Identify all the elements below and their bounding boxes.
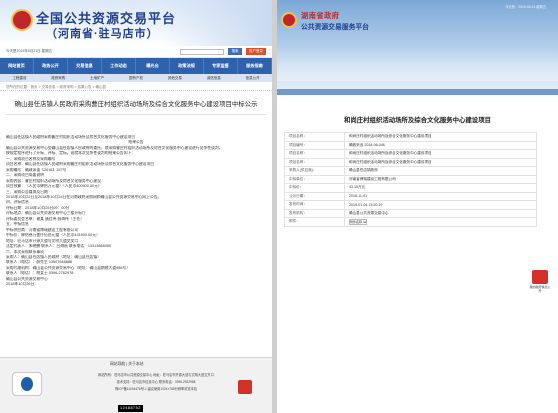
left-page: 全国公共资源交易平台 （河南省·驻马店市） 今天是2019年6月21日 星期五 … (0, 0, 272, 413)
emblem-icon (281, 12, 297, 28)
field-value: 和尚庄村组织活动场所及综合文化服务中心建设项目 (344, 149, 537, 159)
table-row: 公示日期： 2018-11-01 (284, 191, 537, 201)
screenshot-root: 全国公共资源交易平台 （河南省·驻马店市） 今天是2019年6月21日 星期五 … (0, 0, 558, 413)
nav-item[interactable]: 交易信息 (68, 58, 102, 74)
footer-line: 网站所有：驻马店市公共资源交易中心 地址：驻马店市开源大道与文明大道交叉口 (98, 373, 214, 377)
field-label: 附件： (284, 217, 345, 227)
table-row: 发布机构： 确山县公共资源交易中心 (284, 208, 537, 218)
document-body: 确山县任店镇人民政府采购曹庄村组织活动场所及综合文化服务中心建设项目中标公示 确… (0, 100, 272, 288)
floating-widget-label: 我的政府信息公开 (529, 285, 551, 293)
divider (6, 114, 266, 115)
table-row: 采购人(供应商)： 确山县任店镇政府 (284, 166, 537, 176)
doc-lines: 确山县任店镇人民政府采购曹庄村组织活动场所及综合文化服务中心建设项目 结果公告 确… (6, 135, 266, 288)
main-nav: 网站首页 政务公开 交易信息 工作动态 曝光台 政策法规 专家监督 服务指南 (0, 58, 272, 74)
header-banner-image (277, 49, 558, 81)
field-label: 项目编号： (284, 140, 345, 150)
subnav-item[interactable]: 信息公开 (233, 74, 272, 82)
field-label: 项目名称： (284, 132, 345, 142)
table-row: 项目名称： 和尚庄村组织活动场所及综合文化服务中心建设项目 (284, 149, 537, 159)
table-row: 发布时间： 2019-01-04 13:20:19 (284, 200, 537, 210)
right-site-title: 湖南省政府 (301, 11, 340, 20)
date-text: 今天是2019年6月21日 星期五 (6, 49, 53, 53)
field-label: 公示日期： (284, 191, 345, 201)
field-value: 2019-01-04 13:20:19 (344, 200, 537, 210)
right-nav-bar (277, 89, 558, 95)
field-label: 发布时间： (284, 200, 345, 210)
field-label: 采购人(供应商)： (284, 166, 345, 176)
doc-line: 2018年10月26日 (6, 282, 35, 287)
floating-widget[interactable]: 我的政府信息公开 (529, 270, 551, 298)
table-row: 中标单位： 河南省博瑞建设工程有限公司 (284, 174, 537, 184)
gov-badge-icon[interactable] (238, 380, 252, 394)
right-site-subtitle: 公共资源交易服务平台 (301, 24, 369, 31)
right-header: 湖南省政府 公共资源交易服务平台 今天是：2019-06-21 星期五 (277, 0, 558, 95)
table-row: 项目名称： 和尚庄村组织活动场所及综合文化服务中心建设项目 (284, 132, 537, 142)
nav-item[interactable]: 政务公开 (34, 58, 68, 74)
subnav-item[interactable]: 工程建设 (0, 74, 39, 82)
nav-item[interactable]: 工作动态 (102, 58, 136, 74)
field-value: 河南省博瑞建设工程有限公司 (344, 174, 537, 184)
subnav-item[interactable]: 政府采购 (39, 74, 78, 82)
field-label: 项目名称： (284, 157, 345, 167)
nav-item[interactable]: 专家监督 (204, 58, 238, 74)
nav-item[interactable]: 政策法规 (170, 58, 204, 74)
field-label: 项目名称： (284, 149, 345, 159)
footer-nav[interactable]: 网站导航 | 关于本站 (110, 362, 143, 367)
right-page: 湖南省政府 公共资源交易服务平台 今天是：2019-06-21 星期五 和尚庄村… (277, 0, 558, 413)
table-row: 中标价： 43.15万元 (284, 183, 537, 193)
nav-item[interactable]: 网站首页 (0, 58, 34, 74)
right-date: 今天是：2019-06-21 星期五 (505, 5, 546, 9)
subnav-item[interactable]: 国有产权 (117, 74, 156, 82)
footer-logo-icon (12, 372, 42, 396)
subnav-item[interactable]: 诚信信息 (194, 74, 233, 82)
field-value: 和尚庄村组织活动场所及综合文化服务中心建设项目 (344, 132, 537, 142)
search-button[interactable]: 搜索 (228, 48, 242, 55)
site-footer: 网站导航 | 关于本站 网站所有：驻马店市公共资源交易中心 地址：驻马店市开源大… (0, 357, 272, 413)
field-value: 确政采谈 2018-06-046 (344, 140, 537, 150)
site-header: 全国公共资源交易平台 （河南省·驻马店市） (0, 0, 272, 46)
field-label: 中标单位： (284, 174, 345, 184)
site-subtitle: （河南省·驻马店市） (46, 28, 159, 40)
table-row: 项目名称： 和尚庄村组织活动场所及综合文化服务中心建设项目 (284, 157, 537, 167)
project-info-table: 项目名称： 和尚庄村组织活动场所及综合文化服务中心建设项目 项目编号： 确政采谈 20… (284, 132, 537, 227)
field-value[interactable]: 附件名称.rar (344, 217, 537, 227)
project-title: 和尚庄村组织活动场所及综合文化服务中心建设项目 (344, 117, 491, 124)
attachment-link[interactable]: 附件名称.rar (349, 218, 367, 225)
field-value: 和尚庄村组织活动场所及综合文化服务中心建设项目 (344, 157, 537, 167)
footer-line: 豫ICP备11004476号-1 建议使用1024×768分辨率浏览本站 (115, 387, 197, 391)
login-button[interactable]: 用户登录 (246, 48, 266, 55)
gov-info-icon[interactable] (532, 270, 548, 284)
header-decoration (162, 0, 272, 46)
field-value: 确山县任店镇政府 (344, 166, 537, 176)
field-value: 2018-11-01 (344, 191, 537, 201)
visit-counter: 12488752 (118, 405, 143, 412)
sub-nav: 工程建设 政府采购 土地矿产 国有产权 其他交易 诚信信息 信息公开 (0, 74, 272, 82)
doc-title: 确山县任店镇人民政府采购曹庄村组织活动场所及综合文化服务中心建设项目中标公示 (14, 101, 258, 108)
footer-line: 技术支持：驻马店市信息中心 联系电话：0396-2922958 (116, 380, 196, 384)
emblem-icon (11, 9, 33, 31)
field-value: 43.15万元 (344, 183, 537, 193)
breadcrumb: 您所在的位置：首页 > 交易信息 > 政府采购 > 结果公告 > 确山县 (0, 82, 272, 91)
field-label: 中标价： (284, 183, 345, 193)
table-row: 项目编号： 确政采谈 2018-06-046 (284, 140, 537, 150)
table-row: 附件： 附件名称.rar (284, 217, 537, 227)
nav-item[interactable]: 服务指南 (238, 58, 272, 74)
field-label: 发布机构： (284, 208, 345, 218)
search-bar: 今天是2019年6月21日 星期五 搜索 用户登录 (0, 46, 272, 58)
search-input[interactable] (180, 48, 224, 55)
nav-item[interactable]: 曝光台 (136, 58, 170, 74)
field-value: 确山县公共资源交易中心 (344, 208, 537, 218)
subnav-item[interactable]: 其他交易 (155, 74, 194, 82)
subnav-item[interactable]: 土地矿产 (78, 74, 117, 82)
